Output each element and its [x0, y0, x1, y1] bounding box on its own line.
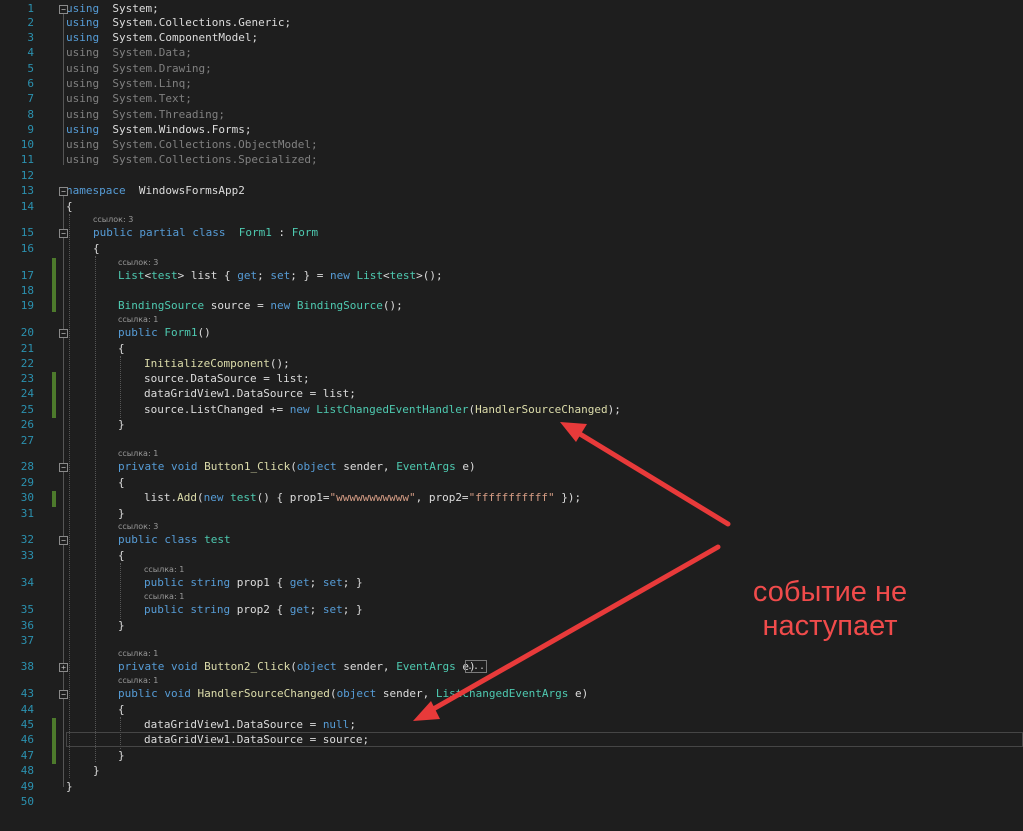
- arrow-to-datasource-null: [425, 544, 721, 715]
- annotation-text: событие не наступает: [700, 575, 960, 643]
- annotation-arrows: [413, 422, 731, 721]
- arrowhead-icon: [560, 422, 587, 442]
- arrow-to-event-handler: [572, 428, 731, 527]
- annotation-line-1: событие не: [752, 576, 908, 608]
- annotation-line-2: наступает: [762, 610, 898, 642]
- arrowhead-icon: [413, 701, 440, 721]
